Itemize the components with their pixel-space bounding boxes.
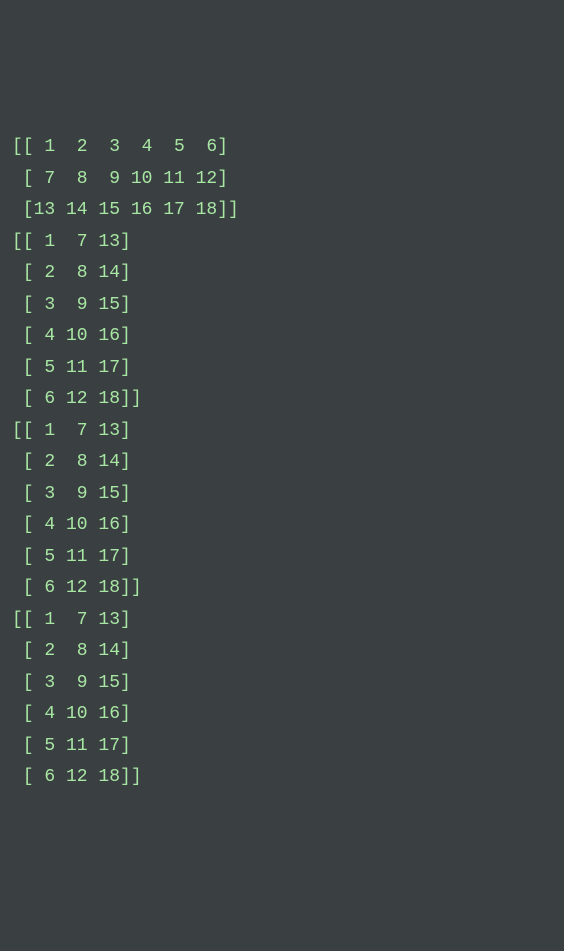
output-line: [ 5 11 17] xyxy=(12,542,552,574)
output-line: [[ 1 7 13] xyxy=(12,605,552,637)
output-line: [ 7 8 9 10 11 12] xyxy=(12,164,552,196)
output-line: [ 4 10 16] xyxy=(12,321,552,353)
output-line: [ 2 8 14] xyxy=(12,258,552,290)
output-line: [[ 1 7 13] xyxy=(12,227,552,259)
output-line: [ 3 9 15] xyxy=(12,479,552,511)
output-line: [ 3 9 15] xyxy=(12,668,552,700)
output-line: [[ 1 7 13] xyxy=(12,416,552,448)
output-line: [ 2 8 14] xyxy=(12,636,552,668)
output-line: [ 6 12 18]] xyxy=(12,573,552,605)
output-line: [ 6 12 18]] xyxy=(12,762,552,794)
output-line: [[ 1 2 3 4 5 6] xyxy=(12,132,552,164)
console-output: [[ 1 2 3 4 5 6] [ 7 8 9 10 11 12] [13 14… xyxy=(12,132,552,794)
output-line: [ 4 10 16] xyxy=(12,699,552,731)
output-line: [ 6 12 18]] xyxy=(12,384,552,416)
output-line: [ 3 9 15] xyxy=(12,290,552,322)
output-line: [ 2 8 14] xyxy=(12,447,552,479)
output-line: [ 5 11 17] xyxy=(12,353,552,385)
output-line: [ 5 11 17] xyxy=(12,731,552,763)
output-line: [ 4 10 16] xyxy=(12,510,552,542)
output-line: [13 14 15 16 17 18]] xyxy=(12,195,552,227)
